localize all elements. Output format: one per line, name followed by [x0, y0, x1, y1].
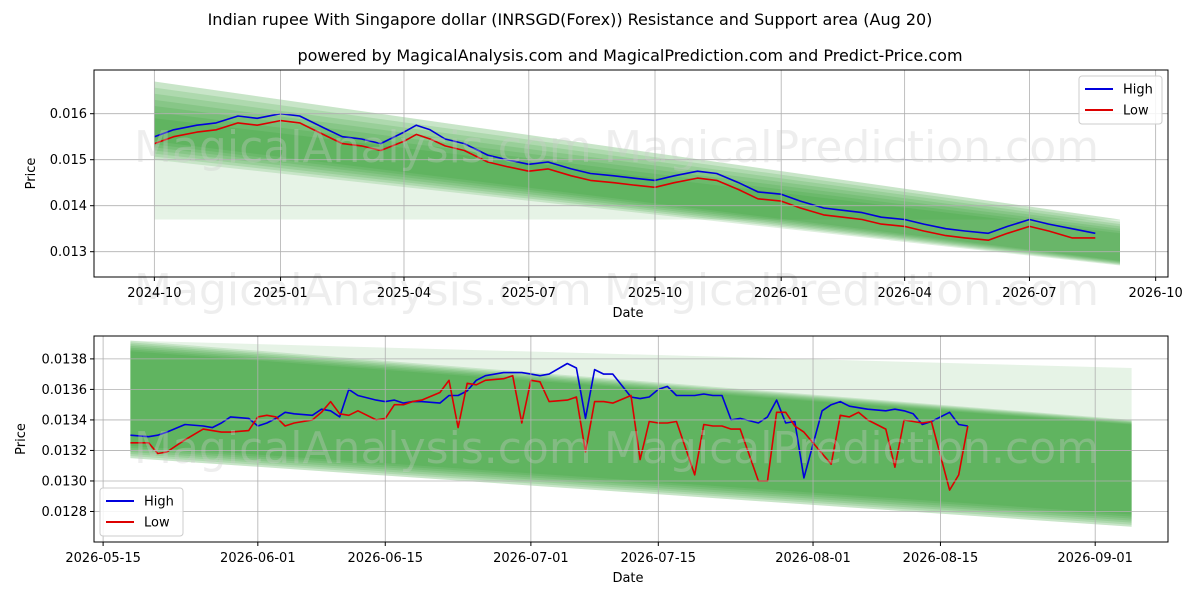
plot-area [154, 81, 1120, 266]
x-tick-label: 2025-01 [253, 286, 307, 301]
y-tick-label: 0.0136 [42, 383, 88, 398]
legend: High Low [99, 487, 184, 537]
watermark: MagicalAnalysis.com [134, 423, 592, 474]
y-axis-label: Price [14, 423, 29, 455]
y-axis-label: Price [24, 158, 39, 190]
y-tick-label: 0.0130 [42, 474, 88, 489]
x-tick-label: 2026-08-01 [775, 551, 851, 566]
legend-label-low: Low [144, 516, 170, 531]
legend-label-high: High [1123, 83, 1153, 98]
y-tick-label: 0.014 [50, 199, 87, 214]
watermark: MagicalPrediction.com [604, 122, 1099, 173]
chart-canvas: MagicalAnalysis.com MagicalPrediction.com… [14, 69, 1183, 586]
x-tick-label: 2025-04 [377, 286, 431, 301]
x-tick-label: 2026-01 [754, 286, 808, 301]
x-tick-label: 2026-07-01 [493, 551, 569, 566]
x-tick-label: 2025-10 [628, 286, 682, 301]
x-tick-label: 2026-06-15 [347, 551, 423, 566]
x-tick-label: 2026-04 [877, 286, 931, 301]
legend-label-low: Low [1123, 104, 1149, 119]
y-tick-label: 0.0134 [42, 413, 88, 428]
chart-panel-1: MagicalAnalysis.com MagicalPrediction.com… [24, 69, 1183, 321]
y-tick-label: 0.013 [50, 245, 87, 260]
x-axis-label: Date [612, 306, 643, 321]
watermark: MagicalAnalysis.com [134, 122, 592, 173]
x-tick-label: 2026-07-15 [621, 551, 697, 566]
x-axis-label: Date [612, 571, 643, 586]
x-tick-label: 2025-07 [502, 286, 556, 301]
x-tick-label: 2026-09-01 [1057, 551, 1133, 566]
y-tick-label: 0.0132 [42, 444, 88, 459]
legend-label-high: High [144, 495, 174, 510]
chart-panel-2: MagicalAnalysis.com MagicalPrediction.com… [14, 335, 1169, 586]
x-tick-label: 2024-10 [127, 286, 181, 301]
x-tick-label: 2026-10 [1128, 286, 1182, 301]
watermark: MagicalPrediction.com [604, 423, 1099, 474]
x-tick-label: 2026-08-15 [903, 551, 979, 566]
x-tick-label: 2026-07 [1002, 286, 1056, 301]
legend: High Low [1078, 75, 1163, 125]
y-tick-label: 0.016 [50, 107, 87, 122]
y-tick-label: 0.015 [50, 153, 87, 168]
y-tick-label: 0.0138 [42, 352, 88, 367]
x-tick-label: 2026-06-01 [220, 551, 296, 566]
x-tick-label: 2026-05-15 [65, 551, 141, 566]
y-tick-label: 0.0128 [42, 505, 88, 520]
